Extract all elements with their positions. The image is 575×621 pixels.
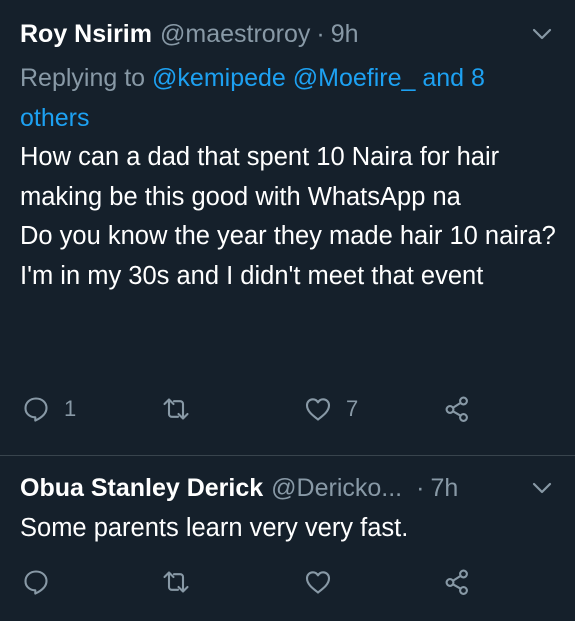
tweet-text-line: Some parents learn very very fast. (20, 514, 409, 542)
tweet-header: Obua Stanley Derick @Dericko... · 7h (20, 471, 555, 505)
tweet[interactable]: Obua Stanley Derick @Dericko... · 7h Som… (0, 456, 575, 621)
tweet-actions: 1 7 (0, 391, 575, 427)
share-button[interactable] (443, 564, 471, 600)
retweet-icon (163, 398, 189, 420)
retweet-icon (163, 571, 189, 593)
author-name[interactable]: Roy Nsirim (20, 20, 152, 49)
heart-icon (305, 398, 331, 421)
share-icon (445, 569, 468, 595)
author-name[interactable]: Obua Stanley Derick (20, 474, 263, 503)
heart-icon (305, 571, 331, 594)
replying-to: Replying to @kemipede @Moefire_ and 8 ot… (20, 58, 561, 138)
tweet-text: Some parents learn very very fast. (20, 509, 563, 549)
tweet-header: Roy Nsirim @maestroroy · 9h (20, 17, 555, 51)
tweet-text-line: Do you know the year they made hair 10 n… (20, 222, 556, 290)
tweet[interactable]: Roy Nsirim @maestroroy · 9h Replying to … (0, 0, 575, 455)
separator-dot: · (416, 473, 425, 502)
like-button[interactable] (304, 564, 346, 600)
timestamp[interactable]: 9h (331, 20, 359, 49)
replying-to-label: Replying to (20, 64, 146, 92)
chevron-down-icon[interactable] (529, 21, 555, 47)
share-button[interactable] (443, 391, 471, 427)
reply-button[interactable] (22, 564, 64, 600)
reply-icon (24, 397, 48, 422)
retweet-button[interactable] (162, 564, 204, 600)
chevron-down-icon[interactable] (529, 475, 555, 501)
author-handle[interactable]: @maestroroy (160, 20, 310, 49)
tweet-text: How can a dad that spent 10 Naira for ha… (20, 138, 563, 296)
share-icon (445, 396, 468, 422)
retweet-button[interactable] (162, 391, 204, 427)
reply-count: 1 (64, 396, 77, 421)
tweet-text-line: How can a dad that spent 10 Naira for ha… (20, 143, 500, 211)
like-count: 7 (346, 396, 359, 421)
separator-dot: · (316, 19, 325, 48)
author-handle[interactable]: @Dericko... (271, 474, 402, 503)
reply-icon (24, 570, 48, 595)
reply-button[interactable]: 1 (22, 391, 76, 427)
like-button[interactable]: 7 (304, 391, 358, 427)
timestamp[interactable]: 7h (430, 474, 458, 503)
tweet-actions (0, 564, 575, 600)
